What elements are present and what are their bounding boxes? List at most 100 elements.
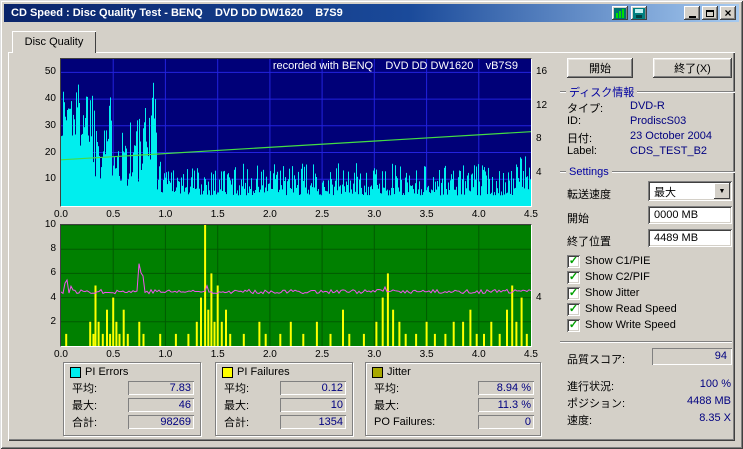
checkbox-show-jitter[interactable]: ✓ Show Jitter xyxy=(567,286,639,300)
axis-tick-label: 3.5 xyxy=(419,349,434,360)
pi-failures-chart xyxy=(60,224,532,347)
position-value: 4488 MB xyxy=(686,395,731,407)
checkbox-label: Show Read Speed xyxy=(585,303,677,315)
stat-label: 合計: xyxy=(224,416,250,429)
info-value: DVD-R xyxy=(630,100,665,112)
exit-button[interactable]: 終了(X) xyxy=(653,58,732,78)
checkbox[interactable]: ✓ xyxy=(567,270,580,284)
divider xyxy=(560,91,566,93)
checkbox-label: Show C1/PIE xyxy=(585,255,651,267)
axis-tick-label: 2 xyxy=(50,316,56,327)
end-position-field[interactable]: 4489 MB xyxy=(648,229,732,247)
pi-failures-swatch xyxy=(222,366,233,378)
speed-select[interactable]: 最大 ▼ xyxy=(648,181,732,201)
axis-tick-label: 4.0 xyxy=(471,349,486,360)
checkbox-show-write-speed[interactable]: ✓ Show Write Speed xyxy=(567,318,676,332)
quality-score-label: 品質スコア: xyxy=(567,354,626,366)
recorded-with-text: recorded with BENQ DVD DD DW1620 vB7S9 xyxy=(272,60,518,72)
axis-tick-label: 4 xyxy=(50,292,56,303)
disc-info-row-date: 日付: 23 October 2004 xyxy=(567,130,731,146)
checkbox-label: Show C2/PIF xyxy=(585,271,650,283)
axis-tick-label: 16 xyxy=(536,66,548,77)
pi-failures-x-axis: 0.0 0.5 1.0 1.5 2.0 2.5 3.0 3.5 4.0 4.5 xyxy=(54,349,538,361)
axis-tick-label: 3.5 xyxy=(419,209,434,220)
stat-value: 0.12 xyxy=(280,380,346,395)
axis-tick-label: 20 xyxy=(44,147,56,158)
checkbox-show-read-speed[interactable]: ✓ Show Read Speed xyxy=(567,302,677,316)
axis-tick-label: 2.0 xyxy=(262,209,277,220)
chevron-down-icon[interactable]: ▼ xyxy=(714,183,730,199)
info-label: Label: xyxy=(567,145,597,157)
info-value: CDS_TEST_B2 xyxy=(630,145,708,157)
chart-copy-icon[interactable] xyxy=(612,6,628,20)
axis-tick-label: 8 xyxy=(50,243,56,254)
settings-header-label: Settings xyxy=(569,166,609,178)
pi-failures-stats-box: PI Failures 平均: 0.12 最大: 10 合計: 1354 xyxy=(215,362,353,436)
speed-value: 8.35 X xyxy=(699,412,731,424)
checkbox[interactable]: ✓ xyxy=(567,302,580,316)
pi-errors-right-axis: 16 12 8 4 xyxy=(533,59,555,206)
info-label: 日付: xyxy=(567,133,593,145)
info-label: タイプ: xyxy=(567,103,604,115)
chart-save-icon[interactable] xyxy=(631,6,647,20)
divider xyxy=(560,341,732,343)
axis-tick-label: 3.0 xyxy=(367,209,382,220)
progress-value: 100 % xyxy=(699,378,731,390)
axis-tick-label: 2.0 xyxy=(262,349,277,360)
stat-value: 46 xyxy=(128,397,194,412)
start-button[interactable]: 開始 xyxy=(567,58,633,78)
maximize-button[interactable] xyxy=(702,6,718,20)
end-position-label: 終了位置 xyxy=(567,236,611,248)
axis-tick-label: 6 xyxy=(50,267,56,278)
checkbox-show-c1-pie[interactable]: ✓ Show C1/PIE xyxy=(567,254,650,268)
divider xyxy=(637,91,735,93)
start-position-field[interactable]: 0000 MB xyxy=(648,206,732,224)
checkbox-label: Show Jitter xyxy=(585,287,640,299)
minimize-icon xyxy=(688,15,696,18)
pi-errors-chart xyxy=(60,58,532,207)
stat-value: 98269 xyxy=(128,414,194,429)
progress-label: 進行状況: xyxy=(567,381,615,393)
axis-tick-label: 50 xyxy=(44,66,56,77)
checkbox[interactable]: ✓ xyxy=(567,254,580,268)
pi-errors-x-axis: 0.0 0.5 1.0 1.5 2.0 2.5 3.0 3.5 4.0 4.5 xyxy=(54,209,538,221)
stat-value: 8.94 % xyxy=(478,380,534,395)
stat-label: 平均: xyxy=(72,382,98,395)
stat-label: 最大: xyxy=(374,399,400,412)
close-button[interactable]: × xyxy=(720,6,736,20)
checkbox-label: Show Write Speed xyxy=(585,319,676,331)
speed-select-value: 最大 xyxy=(654,187,676,199)
disc-info-header-label: ディスク情報 xyxy=(569,87,635,99)
quality-score-value: 94 xyxy=(652,348,732,365)
minimize-button[interactable] xyxy=(684,6,700,20)
stat-value: 10 xyxy=(280,397,346,412)
axis-tick-label: 1.0 xyxy=(158,209,173,220)
start-position-value: 0000 MB xyxy=(654,209,699,221)
tab-disc-quality[interactable]: Disc Quality xyxy=(12,31,96,53)
titlebar[interactable]: CD Speed : Disc Quality Test - BENQ DVD … xyxy=(4,4,739,22)
progress-row: 進行状況: 100 % xyxy=(567,378,731,394)
disc-info-row-type: タイプ: DVD-R xyxy=(567,100,731,116)
checkbox[interactable]: ✓ xyxy=(567,318,580,332)
divider xyxy=(560,171,566,173)
axis-tick-label: 0.5 xyxy=(106,349,121,360)
check-icon: ✓ xyxy=(568,287,579,299)
stats-box-title: Jitter xyxy=(387,366,411,378)
axis-tick-label: 12 xyxy=(536,100,548,111)
disc-info-header: ディスク情報 xyxy=(560,84,735,100)
checkbox-show-c2-pif[interactable]: ✓ Show C2/PIF xyxy=(567,270,650,284)
window-title: CD Speed : Disc Quality Test - BENQ DVD … xyxy=(11,7,343,19)
axis-tick-label: 40 xyxy=(44,93,56,104)
checkbox[interactable]: ✓ xyxy=(567,286,580,300)
end-position-value: 4489 MB xyxy=(654,232,699,244)
maximize-icon xyxy=(706,9,714,17)
app-window: CD Speed : Disc Quality Test - BENQ DVD … xyxy=(0,0,743,449)
axis-tick-label: 2.5 xyxy=(315,209,330,220)
exit-button-label: 終了(X) xyxy=(674,63,711,75)
stats-box-title: PI Failures xyxy=(237,366,290,378)
axis-tick-label: 1.5 xyxy=(210,349,225,360)
axis-tick-label: 0.0 xyxy=(54,349,68,360)
stat-label: PO Failures: xyxy=(374,415,436,428)
pi-failures-right-axis: 4 xyxy=(533,225,555,346)
stat-label: 最大: xyxy=(72,399,98,412)
